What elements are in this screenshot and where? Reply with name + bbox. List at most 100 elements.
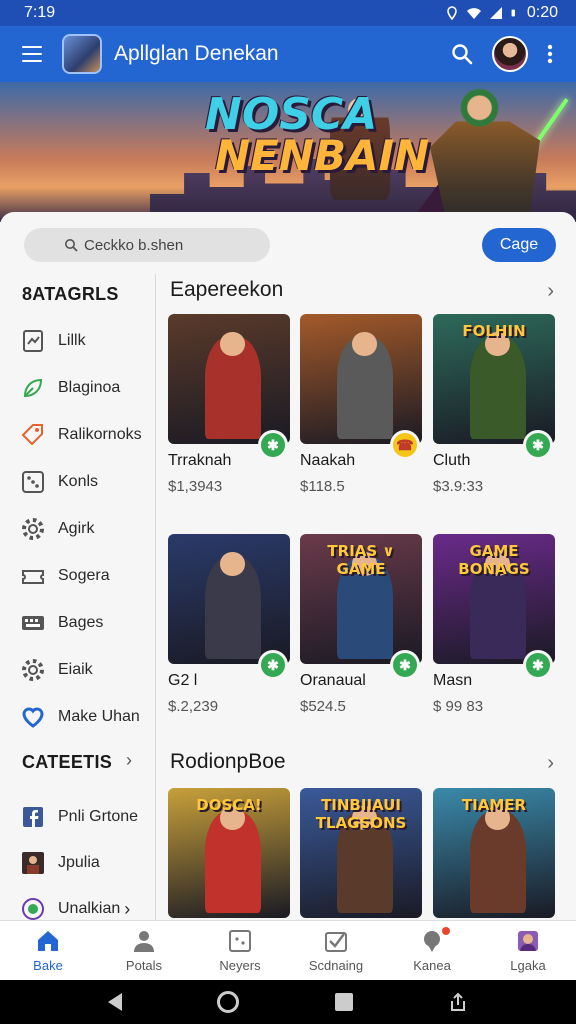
- tag-icon: [20, 422, 46, 448]
- menu-icon[interactable]: [14, 36, 50, 72]
- more-vert-icon[interactable]: [538, 34, 562, 74]
- star-badge-icon[interactable]: ✱: [258, 650, 288, 680]
- sidebar-item-bages[interactable]: Bages: [20, 606, 154, 640]
- star-badge-icon[interactable]: ✱: [523, 430, 553, 460]
- status-time: 7:19: [24, 4, 56, 21]
- star-badge-icon[interactable]: ✱: [390, 650, 420, 680]
- recents-icon[interactable]: [334, 993, 353, 1011]
- chevron-right-icon[interactable]: ›: [547, 280, 554, 303]
- share-icon[interactable]: [448, 992, 468, 1012]
- sidebar-item-sogera[interactable]: Sogera: [20, 559, 154, 593]
- game-card[interactable]: TIAMER: [433, 788, 555, 918]
- sidebar-item-label: Lillk: [58, 332, 86, 349]
- dice-box-icon: [227, 928, 253, 954]
- sidebar-category-pnli-grtone[interactable]: Pnli Grtone: [20, 800, 154, 834]
- search-input[interactable]: Ceckko b.shen: [24, 228, 270, 262]
- game-card[interactable]: FOLHIN ✱ Cluth $3.9:33: [433, 314, 555, 495]
- hero-banner[interactable]: NOSCA NENBAIN: [0, 82, 576, 222]
- sidebar-item-lillk[interactable]: Lillk: [20, 324, 154, 358]
- game-thumbnail: GAME BONAGS: [433, 534, 555, 664]
- chat-pin-icon: [419, 928, 445, 954]
- sidebar-item-ralikornoks[interactable]: Ralikornoks: [20, 418, 154, 452]
- home-circle-icon[interactable]: [217, 991, 240, 1013]
- section-title: RodionpBoe: [170, 750, 286, 773]
- game-thumbnail: FOLHIN: [433, 314, 555, 444]
- game-card[interactable]: ✱ Trraknah $1,3943: [168, 314, 290, 495]
- gear-icon: [20, 657, 46, 683]
- sidebar-heading-categories: CATEETIS: [22, 752, 113, 772]
- game-card[interactable]: DOSCA!: [168, 788, 290, 918]
- banner-game-title: NOSCA NENBAIN: [205, 89, 429, 177]
- game-card[interactable]: GAME BONAGS ✱ Masn $ 99 83: [433, 534, 555, 715]
- sidebar-item-eiaik[interactable]: Eiaik: [20, 653, 154, 687]
- game-thumbnail: TRIAS ∨ GAME: [300, 534, 422, 664]
- star-badge-icon[interactable]: ✱: [258, 430, 288, 460]
- search-icon: [65, 239, 78, 252]
- heart-icon: [20, 704, 46, 730]
- nav-item-bake[interactable]: Bake: [0, 921, 96, 980]
- thumbnail-title: TRIAS ∨ GAME: [327, 542, 395, 578]
- game-thumbnail: TIAMER: [433, 788, 555, 918]
- nav-item-lgaka[interactable]: Lgaka: [480, 921, 576, 980]
- status-bar: 7:19 0:20: [0, 0, 576, 26]
- game-price: $.2,239: [168, 698, 219, 715]
- search-button[interactable]: Cagе: [482, 228, 556, 262]
- user-avatar[interactable]: [492, 36, 528, 72]
- sidebar-item-label: Unalkian: [58, 900, 121, 917]
- search-icon[interactable]: [442, 34, 482, 74]
- section-title: Eapereekon: [170, 278, 284, 301]
- chevron-right-icon[interactable]: ›: [547, 752, 554, 775]
- chevron-right-icon[interactable]: ›: [126, 750, 132, 771]
- back-icon[interactable]: [107, 993, 122, 1011]
- sidebar-item-label: Eiaik: [58, 661, 93, 678]
- thumbnail-title: GAME BONAGS: [458, 542, 530, 578]
- phone-badge-icon[interactable]: ☎: [390, 430, 420, 460]
- game-character-head: [352, 332, 377, 356]
- sidebar-item-label: Jpulia: [58, 854, 100, 871]
- sidebar-item-label: Ralikornoks: [58, 426, 142, 443]
- nav-item-neyers[interactable]: Neyers: [192, 921, 288, 980]
- game-card[interactable]: ✱ G2 l $.2,239: [168, 534, 290, 715]
- banner-title-line1: NOSCA: [205, 89, 378, 140]
- game-character-head: [220, 552, 245, 576]
- wifi-icon: [466, 8, 481, 19]
- gear-icon: [20, 516, 46, 542]
- game-card[interactable]: TRIAS ∨ GAME ✱ Oranaual $524.5: [300, 534, 422, 715]
- status-clock-right: 0:20: [526, 4, 558, 21]
- chevron-right-icon[interactable]: ›: [124, 899, 130, 920]
- sidebar-item-label: Blaginoa: [58, 379, 121, 396]
- nav-item-label: Potals: [125, 958, 163, 973]
- sidebar-item-label: Agirk: [58, 520, 95, 537]
- app-avatar[interactable]: [62, 34, 102, 74]
- game-character-head: [220, 332, 245, 356]
- battery-icon: [511, 9, 515, 17]
- sidebar-item-konls[interactable]: Konls: [20, 465, 154, 499]
- thumbnail-title: TINBIIAUI TLAGSONS: [315, 796, 407, 832]
- sidebar-item-label: Make Uhan: [58, 708, 140, 725]
- star-badge-icon[interactable]: ✱: [523, 650, 553, 680]
- sidebar-item-blaginoa[interactable]: Blaginoa: [20, 371, 154, 405]
- game-card[interactable]: ☎ Naakah $118.5: [300, 314, 422, 495]
- nav-item-kanea[interactable]: Kanea: [384, 921, 480, 980]
- nav-item-scdnaing[interactable]: Scdnaing: [288, 921, 384, 980]
- thumbnail-title: DOSCA!: [196, 796, 262, 814]
- system-navigation-bar: [0, 980, 576, 1024]
- nav-item-label: Neyers: [219, 958, 261, 973]
- signal-icon: [489, 7, 502, 19]
- ticket-icon: [20, 563, 46, 589]
- sidebar-item-label: Sogera: [58, 567, 110, 584]
- game-thumbnail: TINBIIAUI TLAGSONS: [300, 788, 422, 918]
- game-thumbnail: DOSCA!: [168, 788, 290, 918]
- sidebar-item-label: Pnli Grtone: [58, 808, 139, 825]
- check-box-icon: [323, 928, 349, 954]
- sidebar-item-make-uhan[interactable]: Make Uhan: [20, 700, 154, 734]
- nav-item-label: Bake: [33, 958, 63, 973]
- game-price: $1,3943: [168, 478, 223, 495]
- game-thumb-icon: [20, 850, 46, 876]
- sidebar-item-label: Konls: [58, 473, 99, 490]
- app-title: Apllglan Denekan: [114, 42, 279, 65]
- nav-item-potals[interactable]: Potals: [96, 921, 192, 980]
- sidebar-item-agirk[interactable]: Agirk: [20, 512, 154, 546]
- game-card[interactable]: TINBIIAUI TLAGSONS: [300, 788, 422, 918]
- sidebar-category-jpulia[interactable]: Jpulia: [20, 846, 154, 880]
